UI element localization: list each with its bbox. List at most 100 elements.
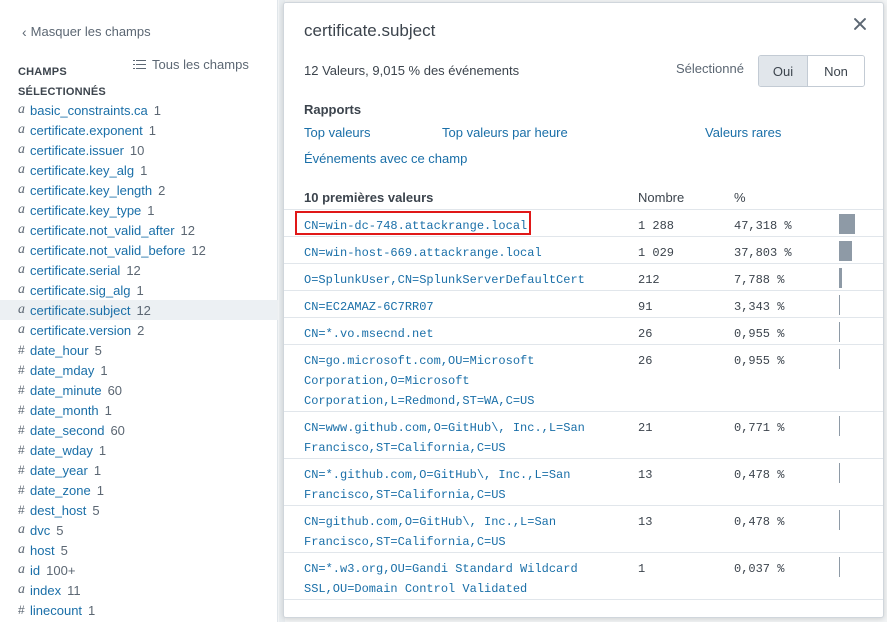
- field-name[interactable]: date_second: [30, 423, 104, 438]
- field-count: 5: [92, 502, 100, 518]
- field-item[interactable]: # date_second 60: [0, 420, 278, 440]
- value-link[interactable]: CN=EC2AMAZ-6C7RR07: [304, 297, 622, 317]
- field-item[interactable]: # date_zone 1: [0, 480, 278, 500]
- number-type-icon: #: [18, 343, 25, 357]
- top-values-link[interactable]: Top valeurs: [304, 125, 370, 140]
- value-count: 1: [638, 562, 646, 576]
- string-type-icon: a: [18, 142, 25, 157]
- value-link[interactable]: CN=*.github.com,O=GitHub\, Inc.,L=San Fr…: [304, 465, 622, 505]
- field-count: 1: [88, 602, 96, 618]
- field-name[interactable]: certificate.sig_alg: [30, 283, 130, 298]
- value-link[interactable]: CN=win-host-669.attackrange.local: [304, 243, 622, 263]
- field-count: 1: [98, 442, 107, 458]
- field-item[interactable]: a basic_constraints.ca 1: [0, 100, 278, 120]
- field-item[interactable]: a certificate.serial 12: [0, 260, 278, 280]
- field-name[interactable]: date_zone: [30, 483, 91, 498]
- field-name[interactable]: linecount: [30, 603, 82, 618]
- value-link[interactable]: O=SplunkUser,CN=SplunkServerDefaultCert: [304, 270, 622, 290]
- top-values-table: 10 premières valeurs Nombre % CN=win-dc-…: [284, 184, 883, 600]
- field-name[interactable]: certificate.exponent: [30, 123, 143, 138]
- field-name[interactable]: certificate.not_valid_after: [30, 223, 175, 238]
- field-name[interactable]: certificate.version: [30, 323, 131, 338]
- field-name[interactable]: certificate.subject: [30, 303, 130, 318]
- field-item[interactable]: # dest_host 5: [0, 500, 278, 520]
- field-name[interactable]: certificate.key_alg: [30, 163, 134, 178]
- field-item[interactable]: # date_year 1: [0, 460, 278, 480]
- field-item[interactable]: # date_wday 1: [0, 440, 278, 460]
- popup-summary: 12 Valeurs, 9,015 % des événements: [304, 63, 520, 78]
- field-name[interactable]: certificate.key_length: [30, 183, 152, 198]
- percent-bar: [839, 510, 854, 530]
- value-percent: 47,318 %: [734, 219, 792, 233]
- value-percent: 3,343 %: [734, 300, 785, 314]
- field-item[interactable]: a id 100+: [0, 560, 278, 580]
- string-type-icon: a: [18, 322, 25, 337]
- field-name[interactable]: id: [30, 563, 40, 578]
- field-name[interactable]: dvc: [30, 523, 50, 538]
- all-fields-link[interactable]: Tous les champs: [133, 57, 249, 72]
- field-item[interactable]: a certificate.not_valid_before 12: [0, 240, 278, 260]
- field-item[interactable]: # date_hour 5: [0, 340, 278, 360]
- close-icon[interactable]: [853, 17, 867, 31]
- field-name[interactable]: host: [30, 543, 55, 558]
- hide-fields-link[interactable]: ‹ Masquer les champs: [22, 24, 151, 39]
- field-name[interactable]: date_hour: [30, 343, 89, 358]
- field-item[interactable]: a host 5: [0, 540, 278, 560]
- value-link[interactable]: CN=*.vo.msecnd.net: [304, 324, 622, 344]
- value-count: 26: [638, 354, 653, 368]
- field-name[interactable]: certificate.serial: [30, 263, 120, 278]
- percent-bar-fill: [839, 557, 840, 577]
- selected-yes-button[interactable]: Oui: [759, 56, 808, 86]
- table-body: CN=win-dc-748.attackrange.local 1 288 47,3…: [284, 210, 883, 600]
- field-name[interactable]: basic_constraints.ca: [30, 103, 148, 118]
- field-count: 1: [153, 102, 162, 118]
- percent-bar: [839, 416, 854, 436]
- field-item[interactable]: a certificate.exponent 1: [0, 120, 278, 140]
- value-link[interactable]: CN=go.microsoft.com,OU=Microsoft Corpora…: [304, 351, 622, 411]
- field-count: 10: [129, 142, 145, 158]
- field-item[interactable]: a index 11: [0, 580, 278, 600]
- percent-bar-fill: [839, 463, 840, 483]
- field-name[interactable]: certificate.not_valid_before: [30, 243, 185, 258]
- number-type-icon: #: [18, 463, 25, 477]
- field-name[interactable]: date_minute: [30, 383, 102, 398]
- field-name[interactable]: date_mday: [30, 363, 94, 378]
- field-count: 2: [137, 322, 145, 338]
- field-name[interactable]: dest_host: [30, 503, 86, 518]
- value-link[interactable]: CN=win-dc-748.attackrange.local: [304, 216, 622, 236]
- value-link[interactable]: CN=*.w3.org,OU=Gandi Standard Wildcard S…: [304, 559, 622, 599]
- value-link[interactable]: CN=www.github.com,O=GitHub\, Inc.,L=San …: [304, 418, 622, 458]
- string-type-icon: a: [18, 122, 25, 137]
- selected-field-list: a basic_constraints.ca 1 a certificate.expon…: [0, 100, 278, 620]
- rare-values-link[interactable]: Valeurs rares: [705, 125, 781, 140]
- field-name[interactable]: index: [30, 583, 61, 598]
- field-name[interactable]: date_month: [30, 403, 99, 418]
- field-item[interactable]: a certificate.key_alg 1: [0, 160, 278, 180]
- string-type-icon: a: [18, 202, 25, 217]
- field-item[interactable]: # date_mday 1: [0, 360, 278, 380]
- field-item[interactable]: a certificate.version 2: [0, 320, 278, 340]
- top-values-by-hour-link[interactable]: Top valeurs par heure: [442, 125, 568, 140]
- field-item[interactable]: a certificate.issuer 10: [0, 140, 278, 160]
- percent-bar: [839, 463, 854, 483]
- table-row: CN=*.github.com,O=GitHub\, Inc.,L=San Fr…: [284, 459, 883, 506]
- string-type-icon: a: [18, 222, 25, 237]
- field-item[interactable]: # linecount 1: [0, 600, 278, 620]
- field-item[interactable]: a certificate.key_type 1: [0, 200, 278, 220]
- events-with-field-link[interactable]: Événements avec ce champ: [304, 151, 467, 166]
- field-item[interactable]: # date_month 1: [0, 400, 278, 420]
- field-name[interactable]: date_year: [30, 463, 88, 478]
- field-item[interactable]: a certificate.sig_alg 1: [0, 280, 278, 300]
- selected-no-button[interactable]: Non: [808, 56, 864, 86]
- field-item[interactable]: a certificate.key_length 2: [0, 180, 278, 200]
- field-item[interactable]: a dvc 5: [0, 520, 278, 540]
- value-link[interactable]: CN=github.com,O=GitHub\, Inc.,L=San Fran…: [304, 512, 622, 552]
- field-item[interactable]: a certificate.not_valid_after 12: [0, 220, 278, 240]
- field-count: 60: [107, 382, 123, 398]
- field-name[interactable]: certificate.key_type: [30, 203, 141, 218]
- field-count: 1: [100, 362, 108, 378]
- field-item[interactable]: # date_minute 60: [0, 380, 278, 400]
- field-name[interactable]: date_wday: [30, 443, 93, 458]
- field-item[interactable]: a certificate.subject 12: [0, 300, 278, 320]
- field-name[interactable]: certificate.issuer: [30, 143, 124, 158]
